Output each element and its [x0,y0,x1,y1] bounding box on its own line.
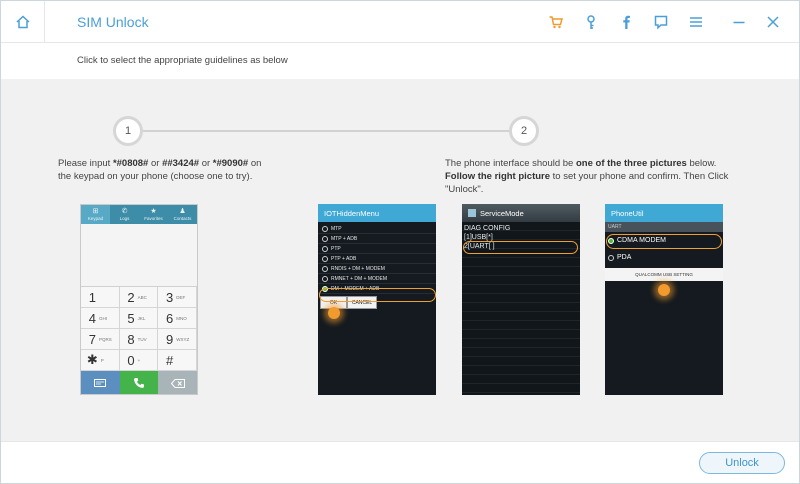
option-row: RNDIS + DM + MODEM [318,264,436,274]
tab-favorites: ★ Favorites [144,208,163,221]
option-row: RMNET + DM + MODEM [318,274,436,284]
step-2-text: The phone interface should be one of the… [445,158,729,195]
step-1-indicator: 1 [113,116,143,146]
tab-keypad: ⊞ Keypad [81,205,110,224]
app-icon [468,209,476,217]
section-header: UART [605,222,723,232]
option-row: PTP [318,244,436,254]
option-row: MTP [318,224,436,234]
key-7: 7 PQRS [81,329,120,350]
step-2-indicator: 2 [509,116,539,146]
star-icon: ★ [150,208,157,215]
title-bar: SIM Unlock [1,1,799,43]
keypad-icon: ⊞ [92,208,99,215]
screen-2-title: ServiceMode [462,204,580,222]
qualcomm-usb-setting-button: QUALCOMM USB SETTING [605,268,723,281]
tap-indicator [328,307,340,319]
key-9: 9 WXYZ [158,329,197,350]
footer-bar: Unlock [1,441,799,483]
menu-icon[interactable] [686,12,706,32]
dial-display [81,224,197,287]
facebook-icon[interactable] [616,12,636,32]
instruction-text: Click to select the appropriate guidelin… [77,55,288,66]
key-4: 4 GHI [81,308,120,329]
screen-3-title: PhoneUtil [605,204,723,222]
screen-service-mode: ServiceMode DIAG CONFIG [1]USB[*] 2[UART… [462,204,580,395]
tab-logs: ✆ Logs [119,208,130,221]
step-2-number: 2 [520,125,528,137]
key-0: 0 + [119,350,159,371]
key-8: 8 TUV [119,329,159,350]
phone-icon: ✆ [121,208,128,215]
home-button[interactable] [1,1,45,43]
option-row: MTP + ADB [318,234,436,244]
key-5: 5 JKL [119,308,159,329]
highlight-ring [606,234,722,249]
app-window: SIM Unlock Click to select the appropria… [0,0,800,484]
step-1-text: Please input *#0808# or ##3424# or *#909… [58,158,262,182]
chat-icon[interactable] [651,12,671,32]
tab-contacts: ♟ Contacts [173,208,192,221]
option-row: PTP + ADB [318,254,436,264]
window-title: SIM Unlock [77,14,149,30]
key-3: 3 DEF [158,287,197,308]
home-icon [15,15,30,29]
minimize-icon[interactable] [729,12,749,32]
highlight-ring [463,241,578,254]
screen-1-title: IOTHiddenMenu [318,204,436,222]
key-6: 6 MNO [158,308,197,329]
key-2: 2 ABC [119,287,159,308]
unlock-button[interactable]: Unlock [699,452,785,474]
dial-actions [81,371,197,394]
screen-iot-hidden-menu: IOTHiddenMenu MTP MTP + ADB PTP PTP + AD… [318,204,436,395]
code-3: *#9090# [212,158,249,169]
dial-grid: 1 2 ABC 3 DEF 4 GHI 5 JKL 6 MNO 7 PQRS 8 TUV 9W… [81,287,197,371]
instruction-bar: Click to select the appropriate guidelin… [1,43,799,79]
option-row: PDA [605,249,723,266]
backspace-icon [158,371,197,394]
close-icon[interactable] [763,12,783,32]
message-icon [81,371,120,394]
key-hash: # [158,350,197,371]
call-icon [119,371,159,394]
service-line: DIAG CONFIG [464,225,511,232]
key-star: ✱ P [81,350,120,371]
code-1: *#0808# [112,158,149,169]
code-2: ##3424# [162,158,200,169]
guideline-area: 1 2 Please input *#0808# or ##3424# or *… [1,79,799,441]
keypad-illustration: ⊞ Keypad ✆ Logs ★ Favorites ♟ Contacts 1 2 AB… [80,204,198,395]
person-icon: ♟ [179,208,186,215]
highlight-ring [319,288,436,302]
cart-icon[interactable] [546,12,566,32]
step-connector [143,130,511,132]
key-1: 1 [81,287,120,308]
keypad-tabs: ⊞ Keypad ✆ Logs ★ Favorites ♟ Contacts [81,205,197,224]
tap-indicator [658,284,670,296]
screen-phone-util: PhoneUtil UART CDMA MODEM PDA QUALCOMM U… [605,204,723,395]
key-icon[interactable] [581,12,601,32]
step-1-number: 1 [124,125,132,137]
